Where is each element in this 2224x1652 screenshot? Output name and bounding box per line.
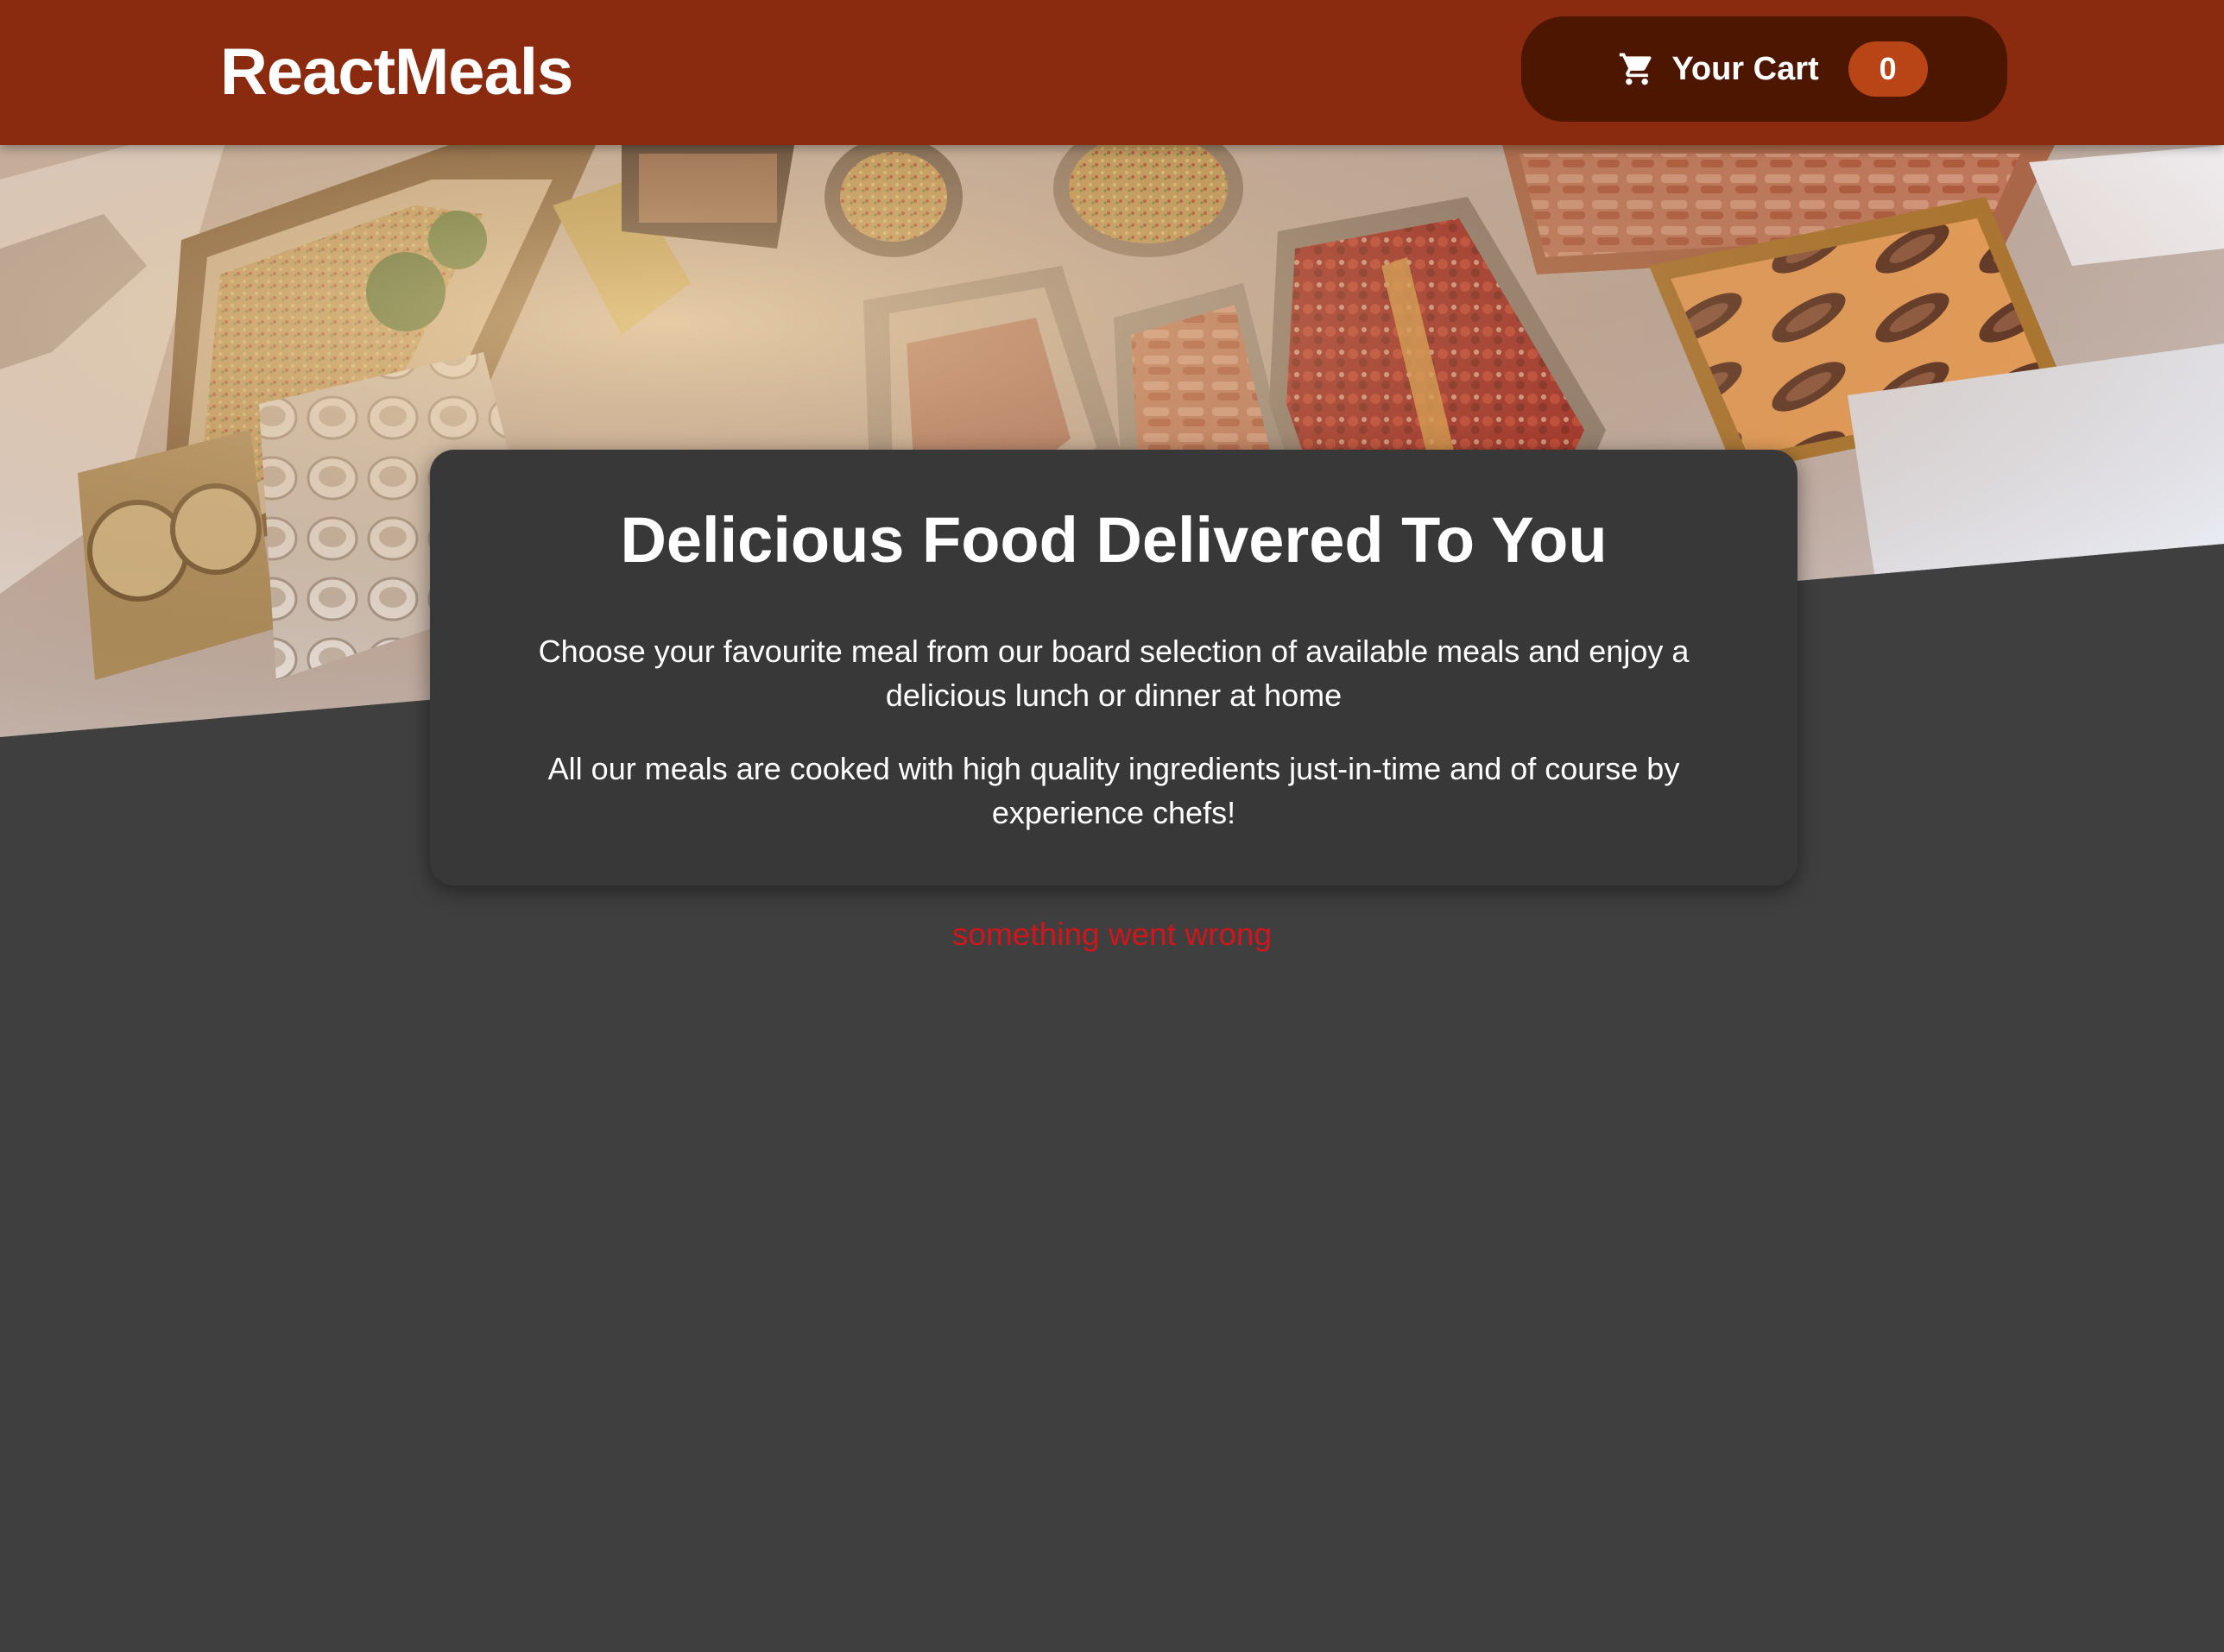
error-message: something went wrong (951, 917, 1273, 952)
cart-count-badge: 0 (1848, 41, 1928, 97)
cart-icon (1618, 50, 1656, 88)
app-header: ReactMeals Your Cart 0 (0, 0, 2224, 145)
brand-logo: ReactMeals (220, 35, 573, 109)
summary-paragraph-1: Choose your favourite meal from our boar… (538, 634, 1690, 713)
meals-summary-card: Delicious Food Delivered To You Choose y… (430, 450, 1798, 886)
summary-paragraph-2: All our meals are cooked with high quali… (547, 751, 1680, 830)
cart-button[interactable]: Your Cart 0 (1521, 16, 2007, 122)
cart-label: Your Cart (1671, 50, 1819, 87)
summary-title: Delicious Food Delivered To You (620, 504, 1608, 576)
